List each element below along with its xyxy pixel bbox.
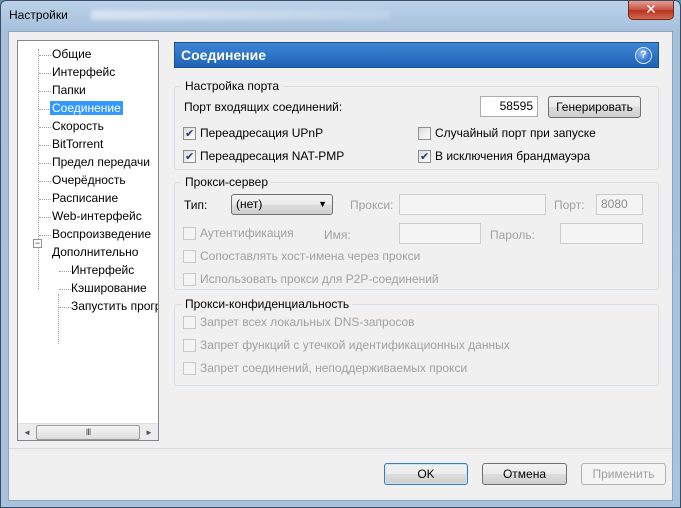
tree-item-bittorrent[interactable]: BitTorrent — [50, 136, 105, 153]
title-bar-blur — [91, 10, 391, 20]
dropdown-arrow-icon: ▼ — [318, 199, 327, 209]
proxy-password-label: Пароль: — [490, 228, 535, 242]
tree-item-connection[interactable]: Соединение — [50, 100, 123, 117]
scrollbar-thumb[interactable]: III — [36, 425, 140, 440]
checkbox-box[interactable] — [183, 339, 196, 352]
checkbox-box[interactable] — [183, 227, 196, 240]
tree-item-label: Соединение — [50, 101, 123, 115]
disable-dns-label: Запрет всех локальных DNS-запросов — [200, 315, 415, 329]
proxy-username-label: Имя: — [324, 228, 351, 242]
tree-item-interface[interactable]: Интерфейс — [50, 64, 117, 81]
nat-pmp-label: Переадресация NAT-PMP — [200, 149, 345, 163]
tree-item-label: BitTorrent — [52, 137, 104, 151]
tree-item-label: Воспроизведение — [52, 227, 152, 241]
scroll-left-icon[interactable]: ◄ — [19, 425, 35, 440]
firewall-exception-label: В исключения брандмауэра — [435, 149, 591, 163]
tree-item-advanced[interactable]: Дополнительно — [50, 244, 140, 261]
checkbox-box[interactable] — [183, 362, 196, 375]
proxy-password-input[interactable] — [560, 223, 643, 244]
tree-item-label: Кэширование — [71, 281, 147, 295]
tree-item-label: Интерфейс — [52, 65, 116, 79]
checkbox-box[interactable] — [183, 316, 196, 329]
tree-item-label: Web-интерфейс — [52, 209, 142, 223]
settings-tree[interactable]: Общие Интерфейс Папки Соединение Скорост… — [17, 40, 159, 441]
disable-leak-features-label: Запрет функций с утечкой идентификационн… — [200, 338, 510, 352]
tree-item-label: Интерфейс — [71, 263, 135, 277]
tree-item-speed[interactable]: Скорость — [50, 118, 106, 135]
proxy-port-input[interactable]: 8080 — [596, 194, 643, 215]
tree-item-queueing[interactable]: Очерёдность — [50, 172, 128, 189]
apply-button[interactable]: Применить — [581, 463, 666, 485]
proxy-auth-label: Аутентификация — [200, 226, 294, 240]
checkbox-box[interactable] — [183, 127, 196, 141]
proxy-type-label: Тип: — [184, 198, 208, 212]
window-title: Настройки — [9, 8, 68, 22]
title-bar[interactable]: Настройки ✕ — [1, 1, 680, 31]
resolve-hostnames-label: Сопоставлять хост-имена через прокси — [200, 249, 421, 263]
tree-item-transfer-cap[interactable]: Предел передачи — [50, 154, 152, 171]
port-group-title: Настройка порта — [182, 79, 283, 93]
upnp-label: Переадресация UPnP — [200, 126, 324, 140]
tree-item-folders[interactable]: Папки — [50, 82, 88, 99]
footer-separator — [9, 448, 672, 449]
proxy-type-value: (нет) — [236, 197, 263, 211]
scroll-right-icon[interactable]: ► — [141, 425, 157, 440]
proxy-username-input[interactable] — [399, 223, 481, 244]
tree-item-label: Очерёдность — [52, 173, 126, 187]
tree-line — [58, 294, 59, 344]
proxy-port-label: Порт: — [554, 198, 585, 212]
tree-horizontal-scrollbar[interactable]: ◄ III ► — [18, 423, 158, 440]
generate-port-button[interactable]: Генерировать — [548, 96, 641, 118]
checkbox-box[interactable] — [183, 273, 196, 286]
tree-item-label: Запустить прогр — [71, 299, 159, 313]
settings-window: Настройки ✕ Общие Интерфейс Папки Соедин… — [0, 0, 681, 508]
tree-item-label: Общие — [52, 47, 92, 61]
tree-item-label: Расписание — [52, 191, 119, 205]
tree-item-label: Скорость — [52, 119, 104, 133]
dialog-client-area: Общие Интерфейс Папки Соединение Скорост… — [8, 31, 673, 501]
help-icon[interactable]: ? — [635, 47, 652, 64]
incoming-port-input[interactable]: 58595 — [480, 96, 538, 117]
incoming-port-label: Порт входящих соединений: — [184, 100, 343, 114]
tree-expander-icon[interactable]: − — [33, 239, 42, 248]
proxy-type-select[interactable]: (нет) ▼ — [231, 194, 333, 215]
tree-item-caching[interactable]: Кэширование — [69, 280, 149, 297]
proxy-host-label: Прокси: — [350, 198, 394, 212]
tree-item-playback[interactable]: Воспроизведение — [50, 226, 153, 243]
proxy-p2p-label: Использовать прокси для P2P-соединений — [200, 272, 439, 286]
close-button[interactable]: ✕ — [628, 1, 674, 20]
tree-content: Общие Интерфейс Папки Соединение Скорост… — [18, 41, 158, 424]
tree-item-scheduler[interactable]: Расписание — [50, 190, 120, 207]
checkbox-box[interactable] — [183, 150, 196, 164]
tree-item-label: Папки — [52, 83, 86, 97]
ok-button[interactable]: OK — [384, 463, 468, 485]
tree-line — [38, 49, 39, 289]
tree-item-label: Предел передачи — [52, 155, 150, 169]
checkbox-box[interactable] — [183, 250, 196, 263]
tree-item-run-program[interactable]: Запустить прогр — [69, 298, 159, 315]
tree-item-web-ui[interactable]: Web-интерфейс — [50, 208, 144, 225]
panel-title: Соединение — [181, 47, 267, 63]
proxy-group-title: Прокси-сервер — [182, 175, 271, 189]
proxy-host-input[interactable] — [399, 194, 546, 215]
random-port-label: Случайный порт при запуске — [435, 126, 596, 140]
panel-header: Соединение ? — [174, 42, 659, 68]
tree-item-label: Дополнительно — [52, 245, 139, 259]
tree-item-general[interactable]: Общие — [50, 46, 93, 63]
tree-item-advanced-interface[interactable]: Интерфейс — [69, 262, 136, 279]
checkbox-box[interactable] — [418, 150, 431, 164]
cancel-button[interactable]: Отмена — [482, 463, 567, 485]
disable-unsupported-connections-label: Запрет соединений, неподдерживаемых прок… — [200, 361, 468, 375]
privacy-group-title: Прокси-конфиденциальность — [182, 297, 353, 311]
checkbox-box[interactable] — [418, 127, 431, 140]
